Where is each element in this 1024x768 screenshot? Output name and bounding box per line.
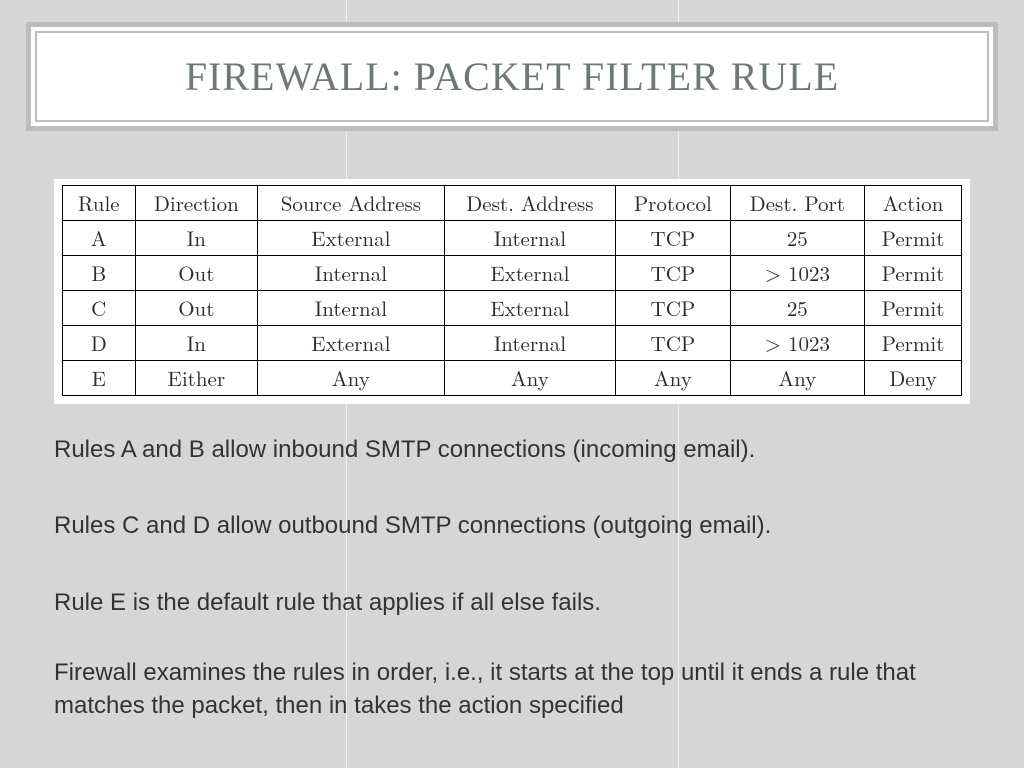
cell: Either bbox=[135, 361, 258, 396]
cell: Any bbox=[444, 361, 615, 396]
cell: > 1023 bbox=[730, 326, 864, 361]
cell: Permit bbox=[865, 256, 962, 291]
cell: E bbox=[63, 361, 136, 396]
cell: TCP bbox=[616, 291, 730, 326]
cell: External bbox=[444, 256, 615, 291]
table-row: E Either Any Any Any Any Deny bbox=[63, 361, 962, 396]
rules-table: Rule Direction Source Address Dest. Addr… bbox=[62, 185, 962, 396]
cell: Internal bbox=[444, 326, 615, 361]
cell: C bbox=[63, 291, 136, 326]
body-line: Firewall examines the rules in order, i.… bbox=[54, 657, 970, 722]
body-line: Rules A and B allow inbound SMTP connect… bbox=[54, 434, 970, 466]
cell: Any bbox=[616, 361, 730, 396]
cell: A bbox=[63, 221, 136, 256]
cell: B bbox=[63, 256, 136, 291]
rules-table-wrap: Rule Direction Source Address Dest. Addr… bbox=[54, 179, 970, 404]
col-rule: Rule bbox=[63, 186, 136, 221]
cell: In bbox=[135, 326, 258, 361]
col-protocol: Protocol bbox=[616, 186, 730, 221]
cell: Permit bbox=[865, 221, 962, 256]
cell: 25 bbox=[730, 221, 864, 256]
cell: Internal bbox=[258, 256, 445, 291]
cell: External bbox=[258, 326, 445, 361]
table-header-row: Rule Direction Source Address Dest. Addr… bbox=[63, 186, 962, 221]
body-line: Rules C and D allow outbound SMTP connec… bbox=[54, 510, 970, 542]
title-frame: FIREWALL: PACKET FILTER RULE bbox=[26, 22, 998, 131]
cell: External bbox=[444, 291, 615, 326]
cell: Internal bbox=[258, 291, 445, 326]
table-row: D In External Internal TCP > 1023 Permit bbox=[63, 326, 962, 361]
cell: TCP bbox=[616, 256, 730, 291]
cell: TCP bbox=[616, 221, 730, 256]
cell: Permit bbox=[865, 291, 962, 326]
cell: Any bbox=[258, 361, 445, 396]
cell: Out bbox=[135, 291, 258, 326]
body-text: Rules A and B allow inbound SMTP connect… bbox=[26, 434, 998, 722]
col-direction: Direction bbox=[135, 186, 258, 221]
col-port: Dest. Port bbox=[730, 186, 864, 221]
cell: Deny bbox=[865, 361, 962, 396]
slide: FIREWALL: PACKET FILTER RULE Rule Direct… bbox=[0, 0, 1024, 768]
table-body: A In External Internal TCP 25 Permit B O… bbox=[63, 221, 962, 396]
slide-title: FIREWALL: PACKET FILTER RULE bbox=[47, 53, 977, 100]
cell: Out bbox=[135, 256, 258, 291]
table-row: C Out Internal External TCP 25 Permit bbox=[63, 291, 962, 326]
cell: D bbox=[63, 326, 136, 361]
cell: In bbox=[135, 221, 258, 256]
body-line: Rule E is the default rule that applies … bbox=[54, 587, 970, 619]
cell: TCP bbox=[616, 326, 730, 361]
cell: External bbox=[258, 221, 445, 256]
cell: Permit bbox=[865, 326, 962, 361]
cell: > 1023 bbox=[730, 256, 864, 291]
table-row: B Out Internal External TCP > 1023 Permi… bbox=[63, 256, 962, 291]
table-row: A In External Internal TCP 25 Permit bbox=[63, 221, 962, 256]
col-action: Action bbox=[865, 186, 962, 221]
cell: Internal bbox=[444, 221, 615, 256]
cell: 25 bbox=[730, 291, 864, 326]
col-dest: Dest. Address bbox=[444, 186, 615, 221]
cell: Any bbox=[730, 361, 864, 396]
title-inner: FIREWALL: PACKET FILTER RULE bbox=[35, 31, 989, 122]
col-source: Source Address bbox=[258, 186, 445, 221]
